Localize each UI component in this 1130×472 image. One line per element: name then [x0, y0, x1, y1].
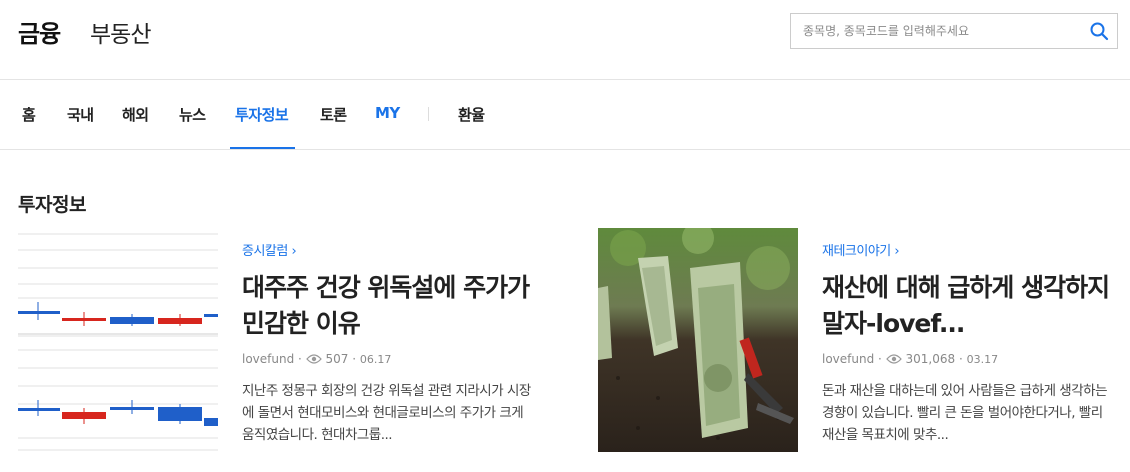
- section-title: 투자정보: [18, 194, 86, 216]
- nav-my[interactable]: MY: [375, 104, 400, 122]
- article-1-category-link[interactable]: 증시칼럼 ›: [242, 240, 297, 259]
- nav-discussion[interactable]: 토론: [320, 104, 347, 125]
- article-1-date: 06.17: [359, 353, 392, 366]
- eye-icon: [305, 353, 322, 368]
- nav-exchange-rate[interactable]: 환율: [458, 104, 485, 125]
- article-2-meta: lovefund · 301,068 · 03.17: [822, 352, 999, 368]
- nav-domestic[interactable]: 국내: [67, 104, 94, 125]
- nav-overseas[interactable]: 해외: [122, 104, 149, 125]
- nav-home[interactable]: 홈: [22, 104, 36, 125]
- article-2-category-link[interactable]: 재테크이야기 ›: [822, 240, 900, 259]
- article-2-author: lovefund: [822, 352, 875, 366]
- chevron-right-icon: ›: [291, 244, 297, 259]
- nav-active-indicator: [230, 147, 295, 149]
- article-1-views: 507: [325, 352, 349, 366]
- article-2-summary: 돈과 재산을 대하는데 있어 사람들은 급하게 생각하는 경향이 있습니다. 빨…: [822, 383, 1108, 443]
- article-1-thumbnail[interactable]: [18, 228, 218, 452]
- article-2-date: 03.17: [966, 353, 999, 366]
- brand-finance-link[interactable]: 금융: [18, 14, 61, 49]
- nav-investment-info[interactable]: 투자정보: [235, 104, 289, 125]
- article-2-views: 301,068: [905, 352, 956, 366]
- search-box: [790, 13, 1118, 49]
- article-2-thumbnail[interactable]: [598, 228, 798, 452]
- main-nav: 홈 국내 해외 뉴스 투자정보 토론 MY 환율: [0, 80, 1130, 150]
- search-input[interactable]: [791, 14, 1081, 48]
- article-1-meta: lovefund · 507 · 06.17: [242, 352, 392, 368]
- chevron-right-icon: ›: [894, 244, 900, 259]
- article-2-title-link[interactable]: 재산에 대해 급하게 생각하지 말자-lovef...: [822, 270, 1122, 342]
- search-icon[interactable]: [1089, 21, 1109, 41]
- nav-news[interactable]: 뉴스: [179, 104, 206, 125]
- brand-realestate-link[interactable]: 부동산: [90, 15, 151, 49]
- nav-divider: [428, 107, 429, 121]
- eye-icon: [885, 353, 902, 368]
- top-header: 금융 부동산: [0, 0, 1130, 80]
- article-1-author: lovefund: [242, 352, 295, 366]
- article-1-summary: 지난주 정몽구 회장의 건강 위독설 관련 지라시가 시장에 돌면서 현대모비스…: [242, 383, 531, 443]
- article-1-title-link[interactable]: 대주주 건강 위독설에 주가가 민감한 이유: [242, 270, 542, 342]
